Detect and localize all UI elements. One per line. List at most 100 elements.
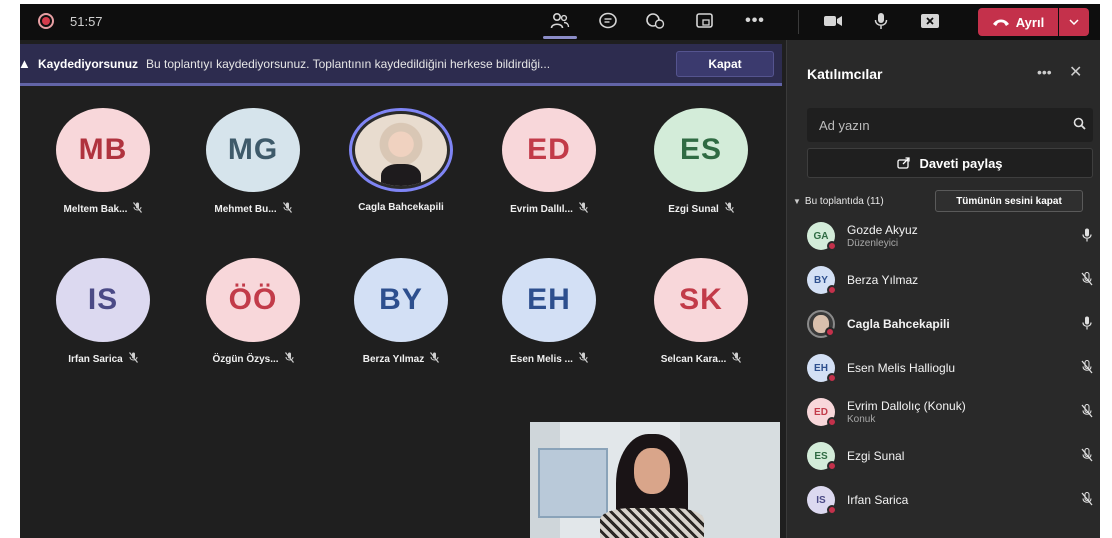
participant-name-row: Berza Yılmaz [326,352,476,366]
participant-tile[interactable]: MG Mehmet Bu... [178,108,328,216]
participant-name: Ezgi Sunal [668,203,719,215]
participant-list-item[interactable]: EH Esen Melis Hallioglu [807,348,1097,388]
mic-off-icon [724,202,734,216]
mic-icon[interactable] [1077,316,1097,333]
participant-tile[interactable]: SK Selcan Kara... [626,258,776,366]
warning-icon: ▲ [20,56,31,71]
participant-tile[interactable]: ED Evrim Dallıl... [474,108,624,216]
avatar: ED [502,108,596,192]
participant-name: Berza Yılmaz [362,353,425,365]
participant-name: Özgün Özys... [212,353,279,365]
participant-list-item[interactable]: IS Irfan Sarica [807,480,1097,520]
share-tray-icon[interactable] [917,10,943,32]
participant-name: Esen Melis Hallioglu [847,361,956,375]
reactions-icon[interactable] [642,10,668,32]
leave-button[interactable]: Ayrıl [978,8,1058,36]
avatar: BY [354,258,448,342]
avatar-initials: ED [814,406,828,418]
participant-tile[interactable]: EH Esen Melis ... [474,258,624,366]
profile-photo [355,114,447,186]
avatar-initials: EH [814,362,828,374]
mic-off-icon [732,352,742,366]
participant-name-row: Irfan Sarica [28,352,178,366]
banner-close-button[interactable]: Kapat [676,51,774,77]
status-badge [827,241,837,251]
participant-info: Irfan Sarica [847,493,1077,507]
meeting-toolbar: 51:57 ••• Ayrıl [20,4,1100,40]
mic-icon[interactable] [868,10,894,32]
camera-icon[interactable] [820,10,846,32]
participant-name: Ezgi Sunal [847,449,905,463]
avatar: ES [807,442,837,471]
mic-off-icon [578,352,588,366]
search-placeholder[interactable]: Ad yazın [819,118,1065,133]
participant-list-item[interactable]: ED Evrim Dallolıç (Konuk) Konuk [807,392,1097,432]
status-badge [827,417,837,427]
mute-all-button[interactable]: Tümünün sesini kapat [935,190,1083,212]
mic-off-icon[interactable] [1077,491,1097,509]
participant-name-row: Meltem Bak... [28,202,178,216]
search-input[interactable]: Ad yazın [807,108,1093,142]
close-icon[interactable]: ✕ [1069,62,1082,82]
avatar: EH [502,258,596,342]
participant-tile[interactable]: IS Irfan Sarica [28,258,178,366]
rooms-icon[interactable] [692,10,718,32]
teams-meeting-window: 51:57 ••• Ayrıl ▲ Kaydediyorsunuz Bu top… [20,4,1100,538]
avatar-initials: IS [816,494,826,506]
mic-off-icon[interactable] [1077,447,1097,465]
mic-off-icon[interactable] [1077,359,1097,377]
avatar: ES [654,108,748,192]
avatar: EH [807,354,837,383]
participant-tile[interactable]: MB Meltem Bak... [28,108,178,216]
participant-name: Mehmet Bu... [214,203,277,215]
avatar: SK [654,258,748,342]
video-person-body [600,508,704,538]
participant-list-item[interactable]: Cagla Bahcekapili [807,304,1097,344]
leave-options-chevron-icon[interactable] [1059,8,1089,36]
avatar: IS [56,258,150,342]
mic-off-icon [133,202,143,216]
participant-role: Düzenleyici [847,238,899,249]
avatar: ED [807,398,837,427]
recording-banner-message: Bu toplantıyı kaydediyorsunuz. Toplantın… [146,56,551,71]
avatar: MB [56,108,150,192]
mic-off-icon[interactable] [1077,271,1097,289]
participant-name: Irfan Sarica [847,493,909,507]
participant-name: Irfan Sarica [68,353,123,365]
participant-tile[interactable]: Cagla Bahcekapili [326,108,476,213]
participant-list-item[interactable]: BY Berza Yılmaz [807,260,1097,300]
participant-name-row: Evrim Dallıl... [474,202,624,216]
chevron-down-icon[interactable]: ▼ [793,197,801,206]
avatar-initials: BY [814,274,828,286]
participant-role: Konuk [847,414,876,425]
status-badge [827,373,837,383]
leave-button-label: Ayrıl [1015,14,1045,30]
mic-icon[interactable] [1077,228,1097,245]
share-invite-button[interactable]: Daveti paylaş [807,148,1093,178]
participant-name: Cagla Bahcekapili [847,317,950,331]
participant-list-item[interactable]: ES Ezgi Sunal [807,436,1097,476]
participant-tile[interactable]: ES Ezgi Sunal [626,108,776,216]
participant-tile[interactable]: BY Berza Yılmaz [326,258,476,366]
recording-banner-title: Kaydediyorsunuz [38,56,139,71]
participant-info: Evrim Dallolıç (Konuk) Konuk [847,399,1077,425]
video-background [538,448,608,518]
video-person-face [634,448,670,494]
participant-tile[interactable]: ÖÖ Özgün Özys... [178,258,328,366]
mic-off-icon[interactable] [1077,403,1097,421]
participant-list-item[interactable]: GA Gozde Akyuz Düzenleyici [807,216,1097,256]
participant-name: Esen Melis ... [510,353,573,365]
mic-off-icon [578,202,588,216]
participant-name: Gozde Akyuz [847,223,918,237]
avatar: ÖÖ [206,258,300,342]
people-icon[interactable] [543,10,577,39]
search-icon[interactable] [1065,117,1093,133]
panel-more-icon[interactable]: ••• [1037,64,1052,80]
more-icon[interactable]: ••• [742,10,768,32]
in-meeting-section[interactable]: ▼ Bu toplantıda (11) Tümünün sesini kapa… [793,188,1093,214]
mic-off-icon [430,352,440,366]
chat-icon[interactable] [595,10,621,32]
toolbar-divider [798,10,799,34]
recording-icon [38,13,54,29]
self-video-preview[interactable] [530,422,780,538]
